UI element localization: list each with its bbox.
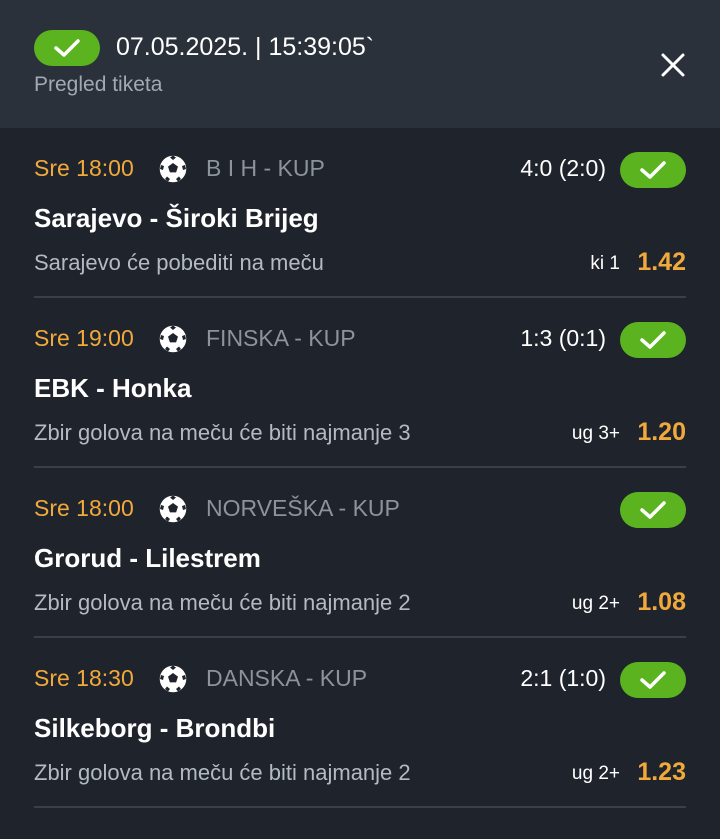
- match-league: FINSKA - KUP: [206, 325, 356, 351]
- soccer-ball-icon: [158, 154, 188, 184]
- match-score: 1:3 (0:1): [520, 325, 606, 351]
- match-pick: Zbir golova na meču će biti najmanje 3: [34, 420, 411, 445]
- pick-code: ug 2+: [571, 763, 620, 784]
- match-status-badge: [620, 662, 686, 698]
- match-time: Sre 18:00: [34, 155, 134, 181]
- match-league: B I H - KUP: [206, 155, 325, 181]
- match-league: NORVEŠKA - KUP: [206, 495, 400, 521]
- soccer-ball-icon: [158, 324, 188, 354]
- match-time: Sre 18:00: [34, 495, 134, 521]
- match-teams: Sarajevo - Široki Brijeg: [34, 203, 319, 233]
- page-title: Pregled tiketa: [34, 73, 163, 96]
- ticket-status-badge: [34, 30, 100, 66]
- match-teams: Grorud - Lilestrem: [34, 543, 261, 573]
- match-score: 4:0 (2:0): [520, 155, 606, 181]
- pick-odd: 1.23: [637, 758, 686, 786]
- pick-odd: 1.08: [637, 588, 686, 616]
- ticket-header: 07.05.2025. | 15:39:05` Pregled tiketa: [0, 0, 720, 128]
- match-time: Sre 18:30: [34, 665, 134, 691]
- pick-odd: 1.20: [637, 418, 686, 446]
- pick-odd: 1.42: [637, 248, 686, 276]
- match-status-badge: [620, 322, 686, 358]
- divider: [34, 806, 686, 808]
- close-icon: [661, 53, 685, 77]
- ticket-datetime: 07.05.2025. | 15:39:05`: [116, 33, 375, 61]
- match-teams: EBK - Honka: [34, 373, 192, 403]
- check-icon: [640, 671, 666, 689]
- check-icon: [640, 501, 666, 519]
- match-row[interactable]: Sre 19:00 FINSKA - KUP 1:3 (0:1) EBK - H…: [0, 298, 720, 468]
- match-pick: Sarajevo će pobediti na meču: [34, 250, 324, 275]
- match-pick: Zbir golova na meču će biti najmanje 2: [34, 590, 411, 615]
- soccer-ball-icon: [158, 494, 188, 524]
- close-button[interactable]: [654, 46, 692, 84]
- match-league: DANSKA - KUP: [206, 665, 368, 691]
- check-icon: [640, 161, 666, 179]
- check-icon: [54, 39, 80, 57]
- match-row[interactable]: Sre 18:00 NORVEŠKA - KUP Grorud - Lilest…: [0, 468, 720, 638]
- match-time: Sre 19:00: [34, 325, 134, 351]
- pick-code: ki 1: [590, 253, 620, 274]
- match-row[interactable]: Sre 18:00 B I H - KUP 4:0 (2:0) Sarajevo…: [0, 128, 720, 298]
- match-pick: Zbir golova na meču će biti najmanje 2: [34, 760, 411, 785]
- pick-code: ug 3+: [571, 423, 620, 444]
- soccer-ball-icon: [158, 664, 188, 694]
- check-icon: [640, 331, 666, 349]
- match-status-badge: [620, 492, 686, 528]
- match-teams: Silkeborg - Brondbi: [34, 713, 276, 743]
- match-row[interactable]: Sre 18:30 DANSKA - KUP 2:1 (1:0) Silkebo…: [0, 638, 720, 808]
- match-status-badge: [620, 152, 686, 188]
- pick-code: ug 2+: [571, 593, 620, 614]
- match-score: 2:1 (1:0): [520, 665, 606, 691]
